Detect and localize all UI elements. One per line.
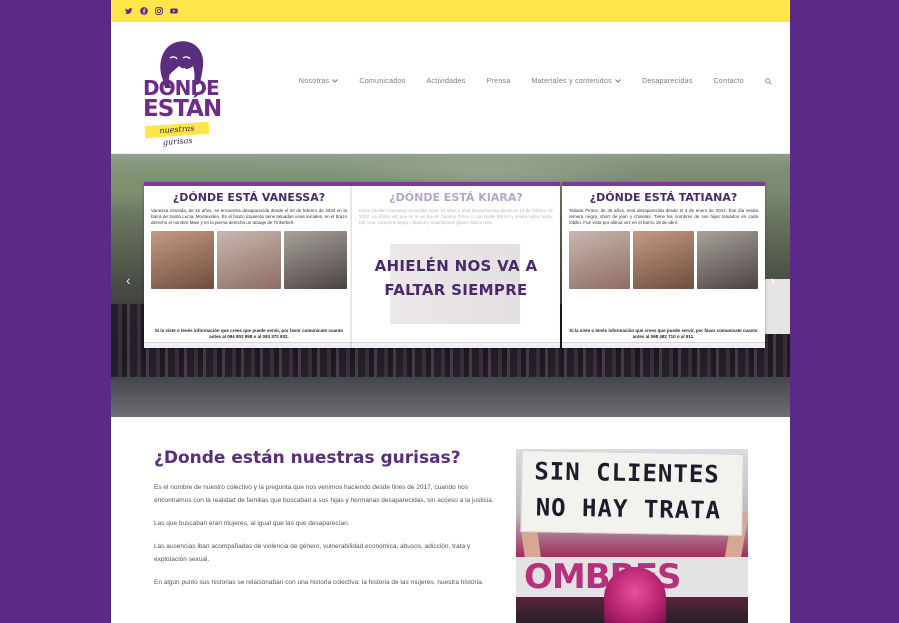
main-nav: Nosotras Comunicados Actividades Prensa … [299, 78, 772, 85]
instagram-icon[interactable] [155, 7, 163, 15]
poster-title: ¿DÓNDE ESTÁ KIARA? [389, 191, 523, 204]
poster-title: ¿DÓNDE ESTÁ VANESSA? [172, 191, 326, 204]
sign-line-1: SIN CLIENTES [534, 457, 720, 489]
nav-item-label: Actividades [426, 78, 466, 85]
nav-item-materiales[interactable]: Materiales y contenidos [532, 78, 621, 85]
site-logo[interactable]: DÓNDE ESTÁN nuestras gurisas [143, 36, 222, 147]
youtube-icon[interactable] [170, 7, 178, 15]
poster-footer: Si la viste o tenés información que cree… [154, 328, 344, 339]
nav-item-prensa[interactable]: Prensa [487, 78, 511, 85]
chevron-down-icon [332, 78, 339, 85]
facebook-icon[interactable] [140, 7, 148, 15]
nav-item-label: Contacto [713, 78, 744, 85]
poster-bottom-bar [562, 342, 765, 348]
slider-prev-arrow-icon[interactable]: ‹ [126, 272, 131, 288]
slider-next-arrow-icon[interactable]: › [770, 272, 775, 288]
nav-item-label: Materiales y contenidos [531, 78, 612, 85]
poster-photos [569, 231, 758, 289]
poster-bottom-bar [352, 342, 560, 348]
poster-photo [151, 231, 215, 289]
nav-item-label: Desaparecidas [641, 78, 693, 85]
intro-text: Es el nombre de nuestro colectivo y la p… [154, 481, 504, 599]
chevron-down-icon [615, 78, 621, 85]
poster-text: Tatiana Pintos, de 35 años, está desapar… [569, 208, 758, 225]
missing-poster-tatiana: ¿DÓNDE ESTÁ TATIANA? Tatiana Pintos, de … [562, 182, 765, 348]
poster-overlay-text: AHIELÉN NOS VA A FALTAR SIEMPRE [352, 254, 560, 302]
missing-poster-vanessa: ¿DÓNDE ESTÁ VANESSA? Vanessa Almeida, de… [144, 182, 354, 348]
nav-item-comunicados[interactable]: Comunicados [359, 78, 405, 85]
section-heading: ¿Donde están nuestras gurisas? [154, 448, 461, 468]
overlay-line-2: FALTAR SIEMPRE [384, 281, 528, 299]
nav-item-nosotras[interactable]: Nosotras [298, 78, 339, 85]
protest-sign: SIN CLIENTES NO HAY TRATA [520, 450, 744, 536]
intro-paragraph: En algún punto sus historias se relacion… [154, 579, 484, 586]
poster-photo [283, 231, 347, 289]
nav-item-label: Prensa [486, 78, 511, 85]
nav-item-actividades[interactable]: Actividades [426, 78, 465, 85]
protest-photo: SIN CLIENTES NO HAY TRATA OMBRES [516, 449, 748, 623]
intro-section: ¿Donde están nuestras gurisas? Es el nom… [111, 417, 790, 623]
page: DÓNDE ESTÁN nuestras gurisas Nosotras Co… [111, 0, 790, 623]
logo-tagline: nuestras gurisas [144, 121, 210, 147]
poster-photo [633, 231, 694, 289]
nav-item-contacto[interactable]: Contacto [714, 78, 744, 85]
poster-photo [217, 231, 281, 289]
missing-poster-kiara: ¿DÓNDE ESTÁ KIARA? Kiara Ahielén Casavie… [352, 182, 560, 348]
logo-line-2: ESTÁN [143, 96, 222, 122]
search-icon[interactable] [765, 78, 772, 85]
poster-text: Vanessa Almeida, de 32 años, se encuentr… [151, 208, 347, 225]
poster-photo [697, 231, 758, 289]
hero-slider: ¿DÓNDE ESTÁ VANESSA? Vanessa Almeida, de… [111, 154, 790, 417]
intro-paragraph: Las que buscaban eran mujeres, al igual … [154, 520, 350, 527]
intro-paragraph: Las ausencias iban acompañadas de violen… [154, 543, 471, 563]
poster-photos [151, 231, 347, 289]
nav-item-label: Nosotras [298, 78, 330, 85]
intro-paragraph: Es el nombre de nuestro colectivo y la p… [154, 484, 494, 504]
top-bar [111, 0, 790, 22]
photo-masked-head [604, 567, 666, 623]
logo-line-1: DÓNDE [143, 76, 220, 100]
twitter-icon[interactable] [125, 7, 133, 15]
poster-text: Kiara Ahielén Casavieja González tiene 1… [359, 208, 553, 225]
poster-footer: Si la viste o tenés información que cree… [569, 328, 758, 339]
nav-item-label: Comunicados [359, 78, 406, 85]
sign-line-2: NO HAY TRATA [535, 493, 722, 525]
overlay-line-1: AHIELÉN NOS VA A [374, 257, 538, 275]
poster-title: ¿DÓNDE ESTÁ TATIANA? [589, 191, 738, 204]
poster-photo [569, 231, 630, 289]
hero-background-road [111, 377, 790, 417]
site-header: DÓNDE ESTÁN nuestras gurisas Nosotras Co… [111, 22, 790, 154]
nav-item-desaparecidas[interactable]: Desaparecidas [642, 78, 693, 85]
poster-bottom-bar [144, 342, 354, 348]
